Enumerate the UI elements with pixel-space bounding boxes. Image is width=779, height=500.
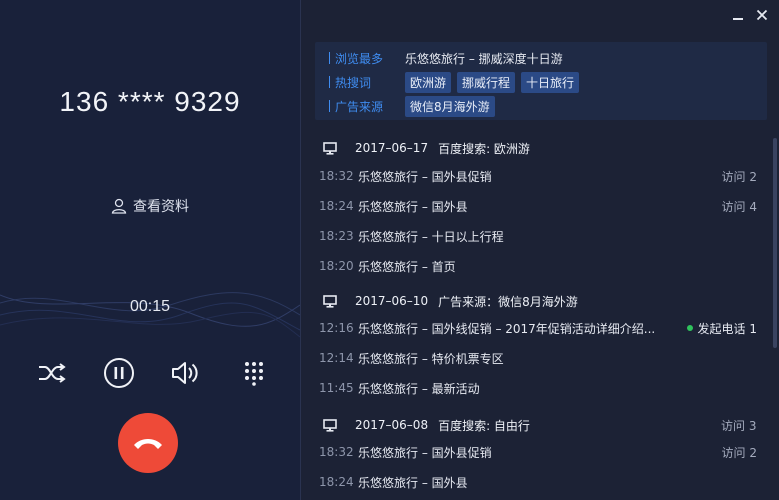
minimize-button[interactable] bbox=[729, 6, 747, 24]
user-icon bbox=[111, 198, 127, 214]
visit-group-header: 2017–06–17 百度搜索: 欧洲游 bbox=[323, 138, 530, 158]
volume-icon bbox=[172, 362, 198, 384]
visit-group-header: 2017–06–08 百度搜索: 自由行 访问 3 bbox=[323, 415, 756, 435]
visit-time: 18:32 bbox=[319, 169, 354, 183]
visit-entry[interactable]: 18:23 乐悠悠旅行 – 十日以上行程 bbox=[301, 226, 769, 246]
shuffle-icon bbox=[39, 363, 66, 383]
hot-words-row: 热搜词 欧洲游 挪威行程 十日旅行 bbox=[329, 71, 585, 93]
hot-word-tag: 挪威行程 bbox=[457, 71, 516, 93]
visitor-info-panel: 浏览最多 乐悠悠旅行 – 挪威深度十日游 热搜词 欧洲游 挪威行程 十日旅行 广… bbox=[301, 0, 779, 500]
visit-time: 12:16 bbox=[319, 321, 354, 335]
ad-source-tag: 微信8月海外游 bbox=[405, 95, 495, 117]
ad-source-label: 广告来源 bbox=[335, 99, 384, 114]
visit-page-title: 乐悠悠旅行 – 特价机票专区 bbox=[358, 351, 504, 366]
monitor-icon bbox=[323, 141, 337, 155]
volume-button[interactable] bbox=[169, 356, 203, 390]
visit-page-title: 乐悠悠旅行 – 最新活动 bbox=[358, 381, 480, 396]
monitor-icon bbox=[323, 294, 337, 308]
close-button[interactable] bbox=[753, 6, 771, 24]
view-profile-button[interactable]: 查看资料 bbox=[0, 196, 300, 216]
pause-button[interactable] bbox=[102, 356, 136, 390]
ad-source-row: 广告来源 微信8月海外游 bbox=[329, 95, 501, 117]
visit-history-list: 2017–06–17 百度搜索: 欧洲游 18:32 乐悠悠旅行 – 国外县促销… bbox=[301, 132, 769, 500]
visit-source: 百度搜索: 自由行 bbox=[438, 418, 530, 433]
call-panel: 136 **** 9329 查看资料 00:15 bbox=[0, 0, 301, 500]
visit-entry[interactable]: 18:20 乐悠悠旅行 – 首页 bbox=[301, 256, 769, 276]
visit-entry[interactable]: 18:24 乐悠悠旅行 – 国外县 访问 4 bbox=[301, 196, 769, 216]
monitor-icon bbox=[323, 418, 337, 432]
most-viewed-value: 乐悠悠旅行 – 挪威深度十日游 bbox=[405, 51, 563, 66]
view-profile-label: 查看资料 bbox=[133, 199, 189, 215]
visit-count: 访问 2 bbox=[721, 169, 757, 184]
visit-date: 2017–06–10 bbox=[355, 294, 429, 308]
hang-up-button[interactable] bbox=[118, 413, 178, 473]
visit-source: 百度搜索: 欧洲游 bbox=[438, 141, 530, 156]
hot-word-tag: 欧洲游 bbox=[405, 71, 452, 93]
pause-icon bbox=[104, 358, 134, 388]
visit-entry[interactable]: 18:24 乐悠悠旅行 – 国外县 bbox=[301, 472, 769, 492]
visit-count: 访问 2 bbox=[721, 445, 757, 460]
visit-page-title: 乐悠悠旅行 – 国外线促销 – 2017年促销活动详细介绍... bbox=[358, 321, 656, 336]
visit-entry[interactable]: 11:45 乐悠悠旅行 – 最新活动 bbox=[301, 378, 769, 398]
visit-date: 2017–06–08 bbox=[355, 418, 429, 432]
visit-page-title: 乐悠悠旅行 – 国外县促销 bbox=[358, 445, 492, 460]
visit-date: 2017–06–17 bbox=[355, 141, 429, 155]
visit-page-title: 乐悠悠旅行 – 国外县促销 bbox=[358, 169, 492, 184]
most-viewed-label: 浏览最多 bbox=[335, 51, 384, 66]
visit-count: 访问 4 bbox=[721, 199, 757, 214]
hot-word-tag: 十日旅行 bbox=[521, 71, 580, 93]
visit-entry[interactable]: 12:14 乐悠悠旅行 – 特价机票专区 bbox=[301, 348, 769, 368]
visit-source: 广告来源：微信8月海外游 bbox=[438, 294, 578, 309]
visit-page-title: 乐悠悠旅行 – 十日以上行程 bbox=[358, 229, 504, 244]
most-viewed-row: 浏览最多 乐悠悠旅行 – 挪威深度十日游 bbox=[329, 47, 563, 69]
visit-page-title: 乐悠悠旅行 – 国外县 bbox=[358, 199, 468, 214]
visit-time: 11:45 bbox=[319, 381, 354, 395]
visit-time: 18:32 bbox=[319, 445, 354, 459]
visit-time: 18:20 bbox=[319, 259, 354, 273]
visit-time: 12:14 bbox=[319, 351, 354, 365]
keypad-icon bbox=[245, 362, 263, 386]
visit-count: 访问 3 bbox=[721, 418, 757, 433]
visit-time: 18:24 bbox=[319, 199, 354, 213]
visit-entry[interactable]: 18:32 乐悠悠旅行 – 国外县促销 访问 2 bbox=[301, 442, 769, 462]
hang-up-phone-icon bbox=[134, 439, 162, 449]
visit-group-header: 2017–06–10 广告来源：微信8月海外游 bbox=[323, 291, 578, 311]
visit-time: 18:24 bbox=[319, 475, 354, 489]
scrollbar-thumb[interactable] bbox=[773, 138, 777, 348]
visit-page-title: 乐悠悠旅行 – 首页 bbox=[358, 259, 456, 274]
visit-entry[interactable]: 12:16 乐悠悠旅行 – 国外线促销 – 2017年促销活动详细介绍... 发… bbox=[301, 318, 769, 338]
close-icon bbox=[756, 9, 768, 21]
visit-time: 18:23 bbox=[319, 229, 354, 243]
call-timer: 00:15 bbox=[129, 298, 171, 315]
online-status-dot bbox=[686, 325, 693, 331]
hot-words-label: 热搜词 bbox=[335, 75, 372, 90]
caller-phone-number: 136 **** 9329 bbox=[59, 86, 241, 117]
visit-page-title: 乐悠悠旅行 – 国外县 bbox=[358, 475, 468, 490]
call-initiated-count: 发起电话 1 bbox=[686, 320, 757, 337]
visit-entry[interactable]: 18:32 乐悠悠旅行 – 国外县促销 访问 2 bbox=[301, 166, 769, 186]
keypad-button[interactable] bbox=[237, 356, 271, 390]
minimize-icon bbox=[733, 18, 743, 20]
visitor-summary: 浏览最多 乐悠悠旅行 – 挪威深度十日游 热搜词 欧洲游 挪威行程 十日旅行 广… bbox=[315, 42, 767, 120]
shuffle-button[interactable] bbox=[35, 356, 69, 390]
